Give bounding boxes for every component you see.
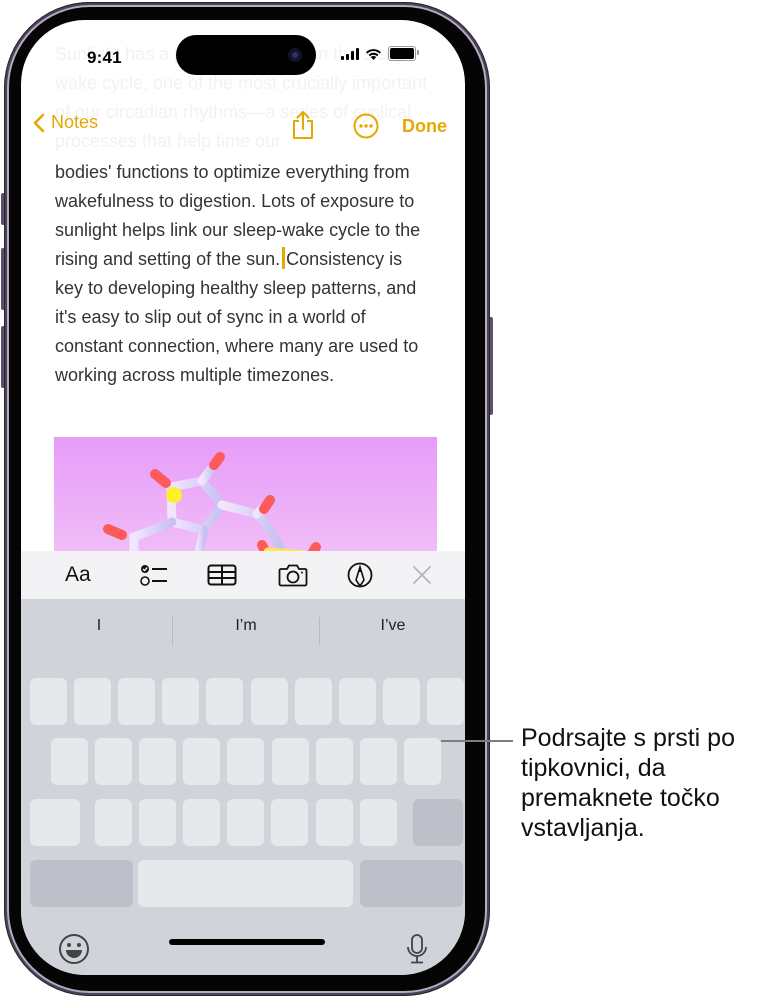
- letter-key[interactable]: [95, 738, 133, 785]
- letter-key[interactable]: [118, 678, 156, 725]
- status-icons: [341, 46, 419, 61]
- letter-key[interactable]: [183, 738, 221, 785]
- back-label: Notes: [51, 112, 99, 132]
- letter-key[interactable]: [250, 678, 288, 725]
- delete-key[interactable]: [413, 799, 463, 846]
- letter-key[interactable]: [74, 678, 112, 725]
- close-icon: [413, 566, 431, 584]
- shift-key[interactable]: [30, 799, 80, 846]
- back-button[interactable]: Notes: [33, 112, 98, 133]
- done-button[interactable]: Done: [402, 116, 447, 137]
- table-button[interactable]: [207, 551, 237, 599]
- letter-key[interactable]: [95, 799, 132, 846]
- markup-icon: [347, 562, 373, 588]
- letter-key[interactable]: [315, 799, 353, 846]
- battery-icon: [388, 46, 419, 61]
- letter-key[interactable]: [359, 738, 397, 785]
- letter-key[interactable]: [183, 799, 221, 846]
- keyboard[interactable]: I I’m I’ve: [21, 599, 465, 975]
- prediction-1[interactable]: I: [26, 617, 172, 635]
- predictive-text-bar: I I’m I’ve: [21, 599, 465, 657]
- navigation-bar: Notes Done: [21, 110, 465, 144]
- close-toolbar-button[interactable]: [412, 551, 432, 599]
- callout-line: [441, 740, 513, 742]
- letter-key[interactable]: [139, 738, 177, 785]
- letter-key[interactable]: [227, 799, 265, 846]
- dynamic-island: [176, 35, 316, 75]
- markup-button[interactable]: [347, 551, 373, 599]
- cellular-signal-icon: [341, 47, 359, 60]
- letter-key[interactable]: [315, 738, 353, 785]
- letter-key[interactable]: [338, 678, 376, 725]
- return-key[interactable]: [360, 860, 463, 907]
- letter-key[interactable]: [30, 678, 67, 725]
- wifi-icon: [366, 48, 381, 60]
- letter-key[interactable]: [359, 799, 397, 846]
- checklist-button[interactable]: [139, 551, 169, 599]
- more-options-icon[interactable]: [353, 113, 379, 139]
- letter-key[interactable]: [51, 738, 88, 785]
- numbers-key[interactable]: [30, 860, 133, 907]
- camera-button[interactable]: [278, 551, 308, 599]
- letter-key[interactable]: [227, 738, 265, 785]
- letter-key[interactable]: [403, 738, 441, 785]
- text-style-button[interactable]: Aa: [65, 551, 91, 599]
- note-body[interactable]: bodies' functions to optimize everything…: [55, 158, 435, 390]
- note-text-after-cursor: Consistency is key to developing healthy…: [55, 249, 419, 385]
- formatting-toolbar: Aa: [21, 551, 465, 599]
- emoji-icon[interactable]: [58, 933, 90, 965]
- letter-key[interactable]: [271, 799, 309, 846]
- letter-key[interactable]: [382, 678, 420, 725]
- screen: Sunlight has a profound impact on the sl…: [21, 20, 465, 975]
- status-time: 9:41: [87, 48, 122, 67]
- share-icon[interactable]: [291, 110, 315, 140]
- home-indicator[interactable]: [169, 939, 325, 945]
- camera-icon: [278, 564, 308, 587]
- letter-key[interactable]: [271, 738, 309, 785]
- letter-key[interactable]: [162, 678, 200, 725]
- letter-key[interactable]: [206, 678, 244, 725]
- insertion-point-cursor: [282, 247, 286, 269]
- microphone-icon[interactable]: [406, 933, 428, 965]
- letter-key[interactable]: [426, 678, 464, 725]
- chevron-left-icon: [33, 113, 45, 132]
- table-icon: [207, 564, 237, 586]
- letter-key[interactable]: [139, 799, 177, 846]
- checklist-icon: [140, 565, 167, 586]
- prediction-3[interactable]: I’ve: [320, 617, 465, 635]
- letter-key[interactable]: [294, 678, 332, 725]
- prediction-2[interactable]: I’m: [173, 617, 319, 635]
- front-camera-icon: [288, 48, 302, 62]
- callout-text: Podrsajte s prsti po tipkovnici, da prem…: [521, 724, 735, 842]
- space-key[interactable]: [138, 860, 353, 907]
